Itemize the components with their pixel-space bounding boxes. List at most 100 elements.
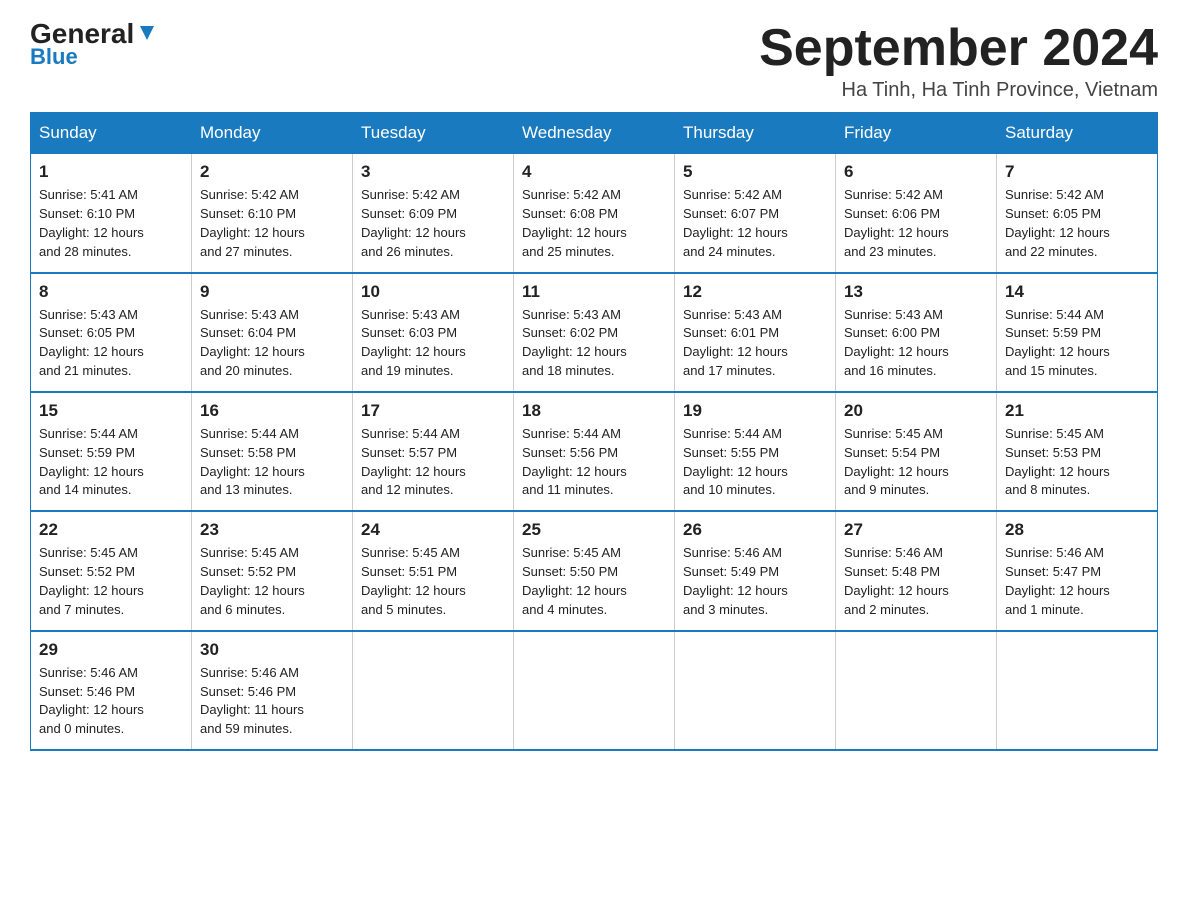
cell-info: Sunrise: 5:43 AMSunset: 6:04 PMDaylight:… bbox=[200, 306, 344, 381]
day-number: 12 bbox=[683, 282, 827, 302]
calendar-cell: 16Sunrise: 5:44 AMSunset: 5:58 PMDayligh… bbox=[192, 392, 353, 511]
cell-info: Sunrise: 5:43 AMSunset: 6:02 PMDaylight:… bbox=[522, 306, 666, 381]
cell-info: Sunrise: 5:41 AMSunset: 6:10 PMDaylight:… bbox=[39, 186, 183, 261]
day-number: 19 bbox=[683, 401, 827, 421]
calendar-cell: 13 Sunrise: 5:43 AMSunset: 6:00 PMDayligh… bbox=[836, 273, 997, 392]
cell-info: Sunrise: 5:43 AMSunset: 6:00 PMDaylight:… bbox=[844, 306, 988, 381]
cell-info: Sunrise: 5:44 AMSunset: 5:55 PMDaylight:… bbox=[683, 425, 827, 500]
calendar-week-row: 15 Sunrise: 5:44 AMSunset: 5:59 PMDayligh… bbox=[31, 392, 1158, 511]
calendar-cell: 11 Sunrise: 5:43 AMSunset: 6:02 PMDayligh… bbox=[514, 273, 675, 392]
day-number: 15 bbox=[39, 401, 183, 421]
header-wednesday: Wednesday bbox=[514, 113, 675, 154]
day-number: 8 bbox=[39, 282, 183, 302]
day-number: 4 bbox=[522, 162, 666, 182]
calendar-cell: 8 Sunrise: 5:43 AMSunset: 6:05 PMDaylight… bbox=[31, 273, 192, 392]
calendar-cell: 28 Sunrise: 5:46 AMSunset: 5:47 PMDayligh… bbox=[997, 511, 1158, 630]
day-number: 13 bbox=[844, 282, 988, 302]
calendar-header-row: Sunday Monday Tuesday Wednesday Thursday… bbox=[31, 113, 1158, 154]
cell-info: Sunrise: 5:43 AMSunset: 6:01 PMDaylight:… bbox=[683, 306, 827, 381]
day-number: 5 bbox=[683, 162, 827, 182]
day-number: 10 bbox=[361, 282, 505, 302]
day-number: 17 bbox=[361, 401, 505, 421]
calendar-cell bbox=[997, 631, 1158, 750]
cell-info: Sunrise: 5:44 AMSunset: 5:57 PMDaylight:… bbox=[361, 425, 505, 500]
location: Ha Tinh, Ha Tinh Province, Vietnam bbox=[759, 79, 1158, 102]
cell-info: Sunrise: 5:43 AMSunset: 6:03 PMDaylight:… bbox=[361, 306, 505, 381]
day-number: 7 bbox=[1005, 162, 1149, 182]
calendar-cell: 29Sunrise: 5:46 AMSunset: 5:46 PMDayligh… bbox=[31, 631, 192, 750]
calendar-week-row: 1 Sunrise: 5:41 AMSunset: 6:10 PMDaylight… bbox=[31, 154, 1158, 273]
calendar-cell bbox=[353, 631, 514, 750]
cell-info: Sunrise: 5:46 AMSunset: 5:48 PMDaylight:… bbox=[844, 544, 988, 619]
cell-info: Sunrise: 5:42 AMSunset: 6:10 PMDaylight:… bbox=[200, 186, 344, 261]
calendar-cell: 21Sunrise: 5:45 AMSunset: 5:53 PMDayligh… bbox=[997, 392, 1158, 511]
title-area: September 2024 Ha Tinh, Ha Tinh Province… bbox=[759, 20, 1158, 102]
calendar-cell: 25 Sunrise: 5:45 AMSunset: 5:50 PMDayligh… bbox=[514, 511, 675, 630]
calendar-cell bbox=[675, 631, 836, 750]
day-number: 26 bbox=[683, 520, 827, 540]
calendar-cell: 15 Sunrise: 5:44 AMSunset: 5:59 PMDayligh… bbox=[31, 392, 192, 511]
calendar-cell bbox=[514, 631, 675, 750]
day-number: 22 bbox=[39, 520, 183, 540]
cell-info: Sunrise: 5:45 AMSunset: 5:54 PMDaylight:… bbox=[844, 425, 988, 500]
calendar-cell: 24 Sunrise: 5:45 AMSunset: 5:51 PMDayligh… bbox=[353, 511, 514, 630]
logo-triangle-icon bbox=[136, 22, 158, 44]
header-sunday: Sunday bbox=[31, 113, 192, 154]
calendar-cell: 4 Sunrise: 5:42 AMSunset: 6:08 PMDaylight… bbox=[514, 154, 675, 273]
cell-info: Sunrise: 5:42 AMSunset: 6:08 PMDaylight:… bbox=[522, 186, 666, 261]
calendar-cell: 7 Sunrise: 5:42 AMSunset: 6:05 PMDaylight… bbox=[997, 154, 1158, 273]
calendar-cell: 30 Sunrise: 5:46 AMSunset: 5:46 PMDayligh… bbox=[192, 631, 353, 750]
logo: General Blue bbox=[30, 20, 158, 70]
cell-info: Sunrise: 5:46 AMSunset: 5:49 PMDaylight:… bbox=[683, 544, 827, 619]
cell-info: Sunrise: 5:45 AMSunset: 5:52 PMDaylight:… bbox=[39, 544, 183, 619]
header-saturday: Saturday bbox=[997, 113, 1158, 154]
cell-info: Sunrise: 5:45 AMSunset: 5:52 PMDaylight:… bbox=[200, 544, 344, 619]
day-number: 11 bbox=[522, 282, 666, 302]
header-thursday: Thursday bbox=[675, 113, 836, 154]
header-tuesday: Tuesday bbox=[353, 113, 514, 154]
calendar-cell: 27 Sunrise: 5:46 AMSunset: 5:48 PMDayligh… bbox=[836, 511, 997, 630]
calendar-cell: 12 Sunrise: 5:43 AMSunset: 6:01 PMDayligh… bbox=[675, 273, 836, 392]
calendar-cell: 19 Sunrise: 5:44 AMSunset: 5:55 PMDayligh… bbox=[675, 392, 836, 511]
calendar-week-row: 22 Sunrise: 5:45 AMSunset: 5:52 PMDayligh… bbox=[31, 511, 1158, 630]
calendar-table: Sunday Monday Tuesday Wednesday Thursday… bbox=[30, 112, 1158, 751]
cell-info: Sunrise: 5:42 AMSunset: 6:09 PMDaylight:… bbox=[361, 186, 505, 261]
cell-info: Sunrise: 5:46 AMSunset: 5:46 PMDaylight:… bbox=[200, 664, 344, 739]
cell-info: Sunrise: 5:45 AMSunset: 5:53 PMDaylight:… bbox=[1005, 425, 1149, 500]
day-number: 3 bbox=[361, 162, 505, 182]
calendar-cell: 2 Sunrise: 5:42 AMSunset: 6:10 PMDaylight… bbox=[192, 154, 353, 273]
day-number: 24 bbox=[361, 520, 505, 540]
day-number: 18 bbox=[522, 401, 666, 421]
calendar-week-row: 8 Sunrise: 5:43 AMSunset: 6:05 PMDaylight… bbox=[31, 273, 1158, 392]
cell-info: Sunrise: 5:43 AMSunset: 6:05 PMDaylight:… bbox=[39, 306, 183, 381]
header-monday: Monday bbox=[192, 113, 353, 154]
day-number: 1 bbox=[39, 162, 183, 182]
day-number: 9 bbox=[200, 282, 344, 302]
cell-info: Sunrise: 5:44 AMSunset: 5:59 PMDaylight:… bbox=[1005, 306, 1149, 381]
logo-blue: Blue bbox=[30, 44, 78, 70]
header-friday: Friday bbox=[836, 113, 997, 154]
calendar-cell: 6Sunrise: 5:42 AMSunset: 6:06 PMDaylight… bbox=[836, 154, 997, 273]
cell-info: Sunrise: 5:46 AMSunset: 5:46 PMDaylight:… bbox=[39, 664, 183, 739]
day-number: 16 bbox=[200, 401, 344, 421]
day-number: 28 bbox=[1005, 520, 1149, 540]
calendar-cell: 3 Sunrise: 5:42 AMSunset: 6:09 PMDaylight… bbox=[353, 154, 514, 273]
cell-info: Sunrise: 5:42 AMSunset: 6:06 PMDaylight:… bbox=[844, 186, 988, 261]
day-number: 30 bbox=[200, 640, 344, 660]
cell-info: Sunrise: 5:46 AMSunset: 5:47 PMDaylight:… bbox=[1005, 544, 1149, 619]
cell-info: Sunrise: 5:42 AMSunset: 6:05 PMDaylight:… bbox=[1005, 186, 1149, 261]
calendar-cell: 18 Sunrise: 5:44 AMSunset: 5:56 PMDayligh… bbox=[514, 392, 675, 511]
cell-info: Sunrise: 5:45 AMSunset: 5:51 PMDaylight:… bbox=[361, 544, 505, 619]
day-number: 2 bbox=[200, 162, 344, 182]
calendar-cell bbox=[836, 631, 997, 750]
calendar-cell: 5 Sunrise: 5:42 AMSunset: 6:07 PMDaylight… bbox=[675, 154, 836, 273]
day-number: 27 bbox=[844, 520, 988, 540]
page-header: General Blue September 2024 Ha Tinh, Ha … bbox=[30, 20, 1158, 102]
cell-info: Sunrise: 5:44 AMSunset: 5:56 PMDaylight:… bbox=[522, 425, 666, 500]
cell-info: Sunrise: 5:45 AMSunset: 5:50 PMDaylight:… bbox=[522, 544, 666, 619]
cell-info: Sunrise: 5:42 AMSunset: 6:07 PMDaylight:… bbox=[683, 186, 827, 261]
day-number: 25 bbox=[522, 520, 666, 540]
month-title: September 2024 bbox=[759, 20, 1158, 77]
calendar-cell: 23Sunrise: 5:45 AMSunset: 5:52 PMDayligh… bbox=[192, 511, 353, 630]
cell-info: Sunrise: 5:44 AMSunset: 5:59 PMDaylight:… bbox=[39, 425, 183, 500]
